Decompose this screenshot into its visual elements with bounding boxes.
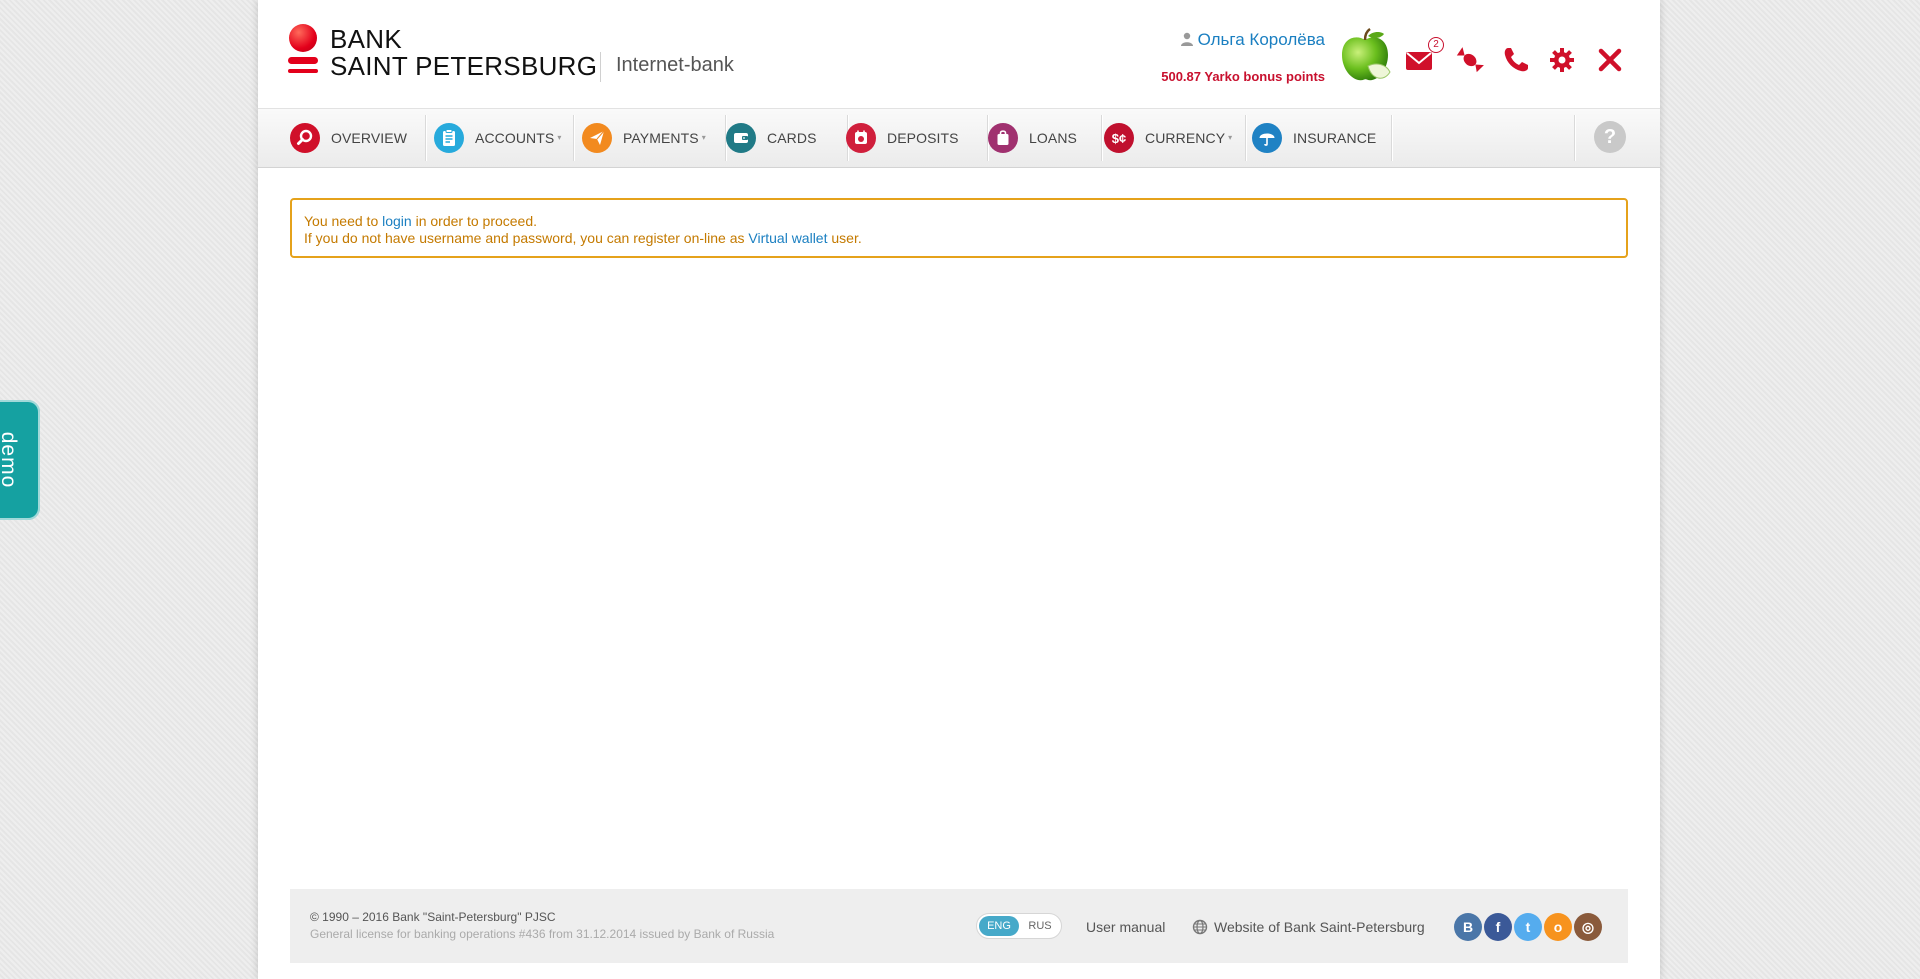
- umbrella-icon: [1252, 123, 1282, 153]
- main-nav: OVERVIEW ACCOUNTS ▾ PAYMENTS ▾ CARDS DEP…: [258, 108, 1660, 168]
- nav-divider: [1101, 115, 1102, 161]
- clipboard-icon: [434, 123, 464, 153]
- bonus-points[interactable]: 500.87 Yarko bonus points: [1161, 69, 1325, 84]
- nav-divider: [1391, 115, 1392, 161]
- nav-divider: [1245, 115, 1246, 161]
- logo-text: BANK SAINT PETERSBURG: [330, 26, 597, 80]
- nav-divider: [573, 115, 574, 161]
- dropdown-caret-icon: ▾: [557, 132, 562, 142]
- candy-icon[interactable]: [1454, 44, 1486, 76]
- nav-label-loans: LOANS: [1029, 130, 1077, 146]
- help-button[interactable]: ?: [1594, 121, 1626, 153]
- user-block: Ольга Королёва: [1180, 30, 1325, 50]
- copyright-text: © 1990 – 2016 Bank "Saint-Petersburg" PJ…: [310, 910, 556, 924]
- user-name: Ольга Королёва: [1197, 30, 1325, 49]
- demo-tab-label: demo: [0, 431, 20, 489]
- vk-icon[interactable]: B: [1454, 913, 1482, 941]
- alert-text: You need to: [304, 213, 383, 229]
- piggy-bank-icon: [846, 123, 876, 153]
- alert-line-1: You need to login in order to proceed.: [304, 213, 1614, 230]
- phone-icon[interactable]: [1500, 44, 1532, 76]
- search-icon: [290, 123, 320, 153]
- nav-label-accounts: ACCOUNTS: [475, 130, 555, 146]
- bank-website-link[interactable]: Website of Bank Saint-Petersburg: [1192, 919, 1425, 935]
- twitter-icon[interactable]: t: [1514, 913, 1542, 941]
- nav-item-cards[interactable]: CARDS: [726, 109, 848, 167]
- globe-icon: [1192, 919, 1208, 935]
- user-manual-link[interactable]: User manual: [1086, 919, 1165, 935]
- nav-item-insurance[interactable]: INSURANCE: [1252, 109, 1392, 167]
- demo-tab[interactable]: demo: [0, 400, 40, 520]
- nav-label-cards: CARDS: [767, 130, 817, 146]
- nav-label-insurance: INSURANCE: [1293, 130, 1377, 146]
- currency-icon: $¢: [1104, 123, 1134, 153]
- alert-text: user.: [827, 230, 862, 246]
- page-container: BANK SAINT PETERSBURG Internet-bank Ольг…: [258, 0, 1660, 979]
- language-switcher: ENG RUS: [976, 913, 1062, 939]
- dropdown-caret-icon: ▾: [1228, 132, 1233, 142]
- footer: © 1990 – 2016 Bank "Saint-Petersburg" PJ…: [290, 889, 1628, 963]
- close-icon[interactable]: [1594, 44, 1626, 76]
- alert-text: in order to proceed.: [411, 213, 538, 229]
- nav-label-payments: PAYMENTS: [623, 130, 699, 146]
- nav-item-payments[interactable]: PAYMENTS ▾: [582, 109, 726, 167]
- nav-label-deposits: DEPOSITS: [887, 130, 959, 146]
- logo-divider: [600, 52, 601, 82]
- nav-item-overview[interactable]: OVERVIEW: [290, 109, 426, 167]
- instagram-icon[interactable]: ◎: [1574, 913, 1602, 941]
- paper-plane-icon: [582, 123, 612, 153]
- nav-label-overview: OVERVIEW: [331, 130, 408, 146]
- logo-subtitle: Internet-bank: [616, 54, 734, 76]
- wallet-icon: [726, 123, 756, 153]
- virtual-wallet-link[interactable]: Virtual wallet: [748, 230, 827, 246]
- nav-label-currency: CURRENCY: [1145, 130, 1226, 146]
- shopping-bag-icon: [988, 123, 1018, 153]
- logo-mark-icon: [288, 24, 318, 76]
- mail-count-badge: 2: [1428, 37, 1444, 53]
- facebook-icon[interactable]: f: [1484, 913, 1512, 941]
- dropdown-caret-icon: ▾: [701, 132, 706, 142]
- gear-icon[interactable]: [1546, 44, 1578, 76]
- apple-icon[interactable]: [1338, 28, 1392, 84]
- bank-website-label: Website of Bank Saint-Petersburg: [1214, 919, 1425, 935]
- license-text: General license for banking operations #…: [310, 927, 775, 941]
- nav-item-deposits[interactable]: DEPOSITS: [846, 109, 988, 167]
- alert-text: If you do not have username and password…: [304, 230, 749, 246]
- user-name-link[interactable]: Ольга Королёва: [1180, 30, 1325, 49]
- nav-item-loans[interactable]: LOANS: [988, 109, 1102, 167]
- login-required-alert: You need to login in order to proceed. I…: [290, 198, 1628, 258]
- logo-line2: SAINT PETERSBURG: [330, 51, 598, 81]
- nav-divider: [1574, 115, 1575, 161]
- logo-line1: BANK: [330, 24, 403, 54]
- lang-rus-button[interactable]: RUS: [1021, 916, 1059, 936]
- nav-item-currency[interactable]: $¢ CURRENCY ▾: [1104, 109, 1246, 167]
- odnoklassniki-icon[interactable]: o: [1544, 913, 1572, 941]
- nav-item-accounts[interactable]: ACCOUNTS ▾: [434, 109, 574, 167]
- alert-line-2: If you do not have username and password…: [304, 230, 1614, 247]
- login-link[interactable]: login: [382, 213, 412, 229]
- lang-eng-button[interactable]: ENG: [979, 916, 1019, 936]
- nav-divider: [425, 115, 426, 161]
- person-icon: [1180, 32, 1193, 46]
